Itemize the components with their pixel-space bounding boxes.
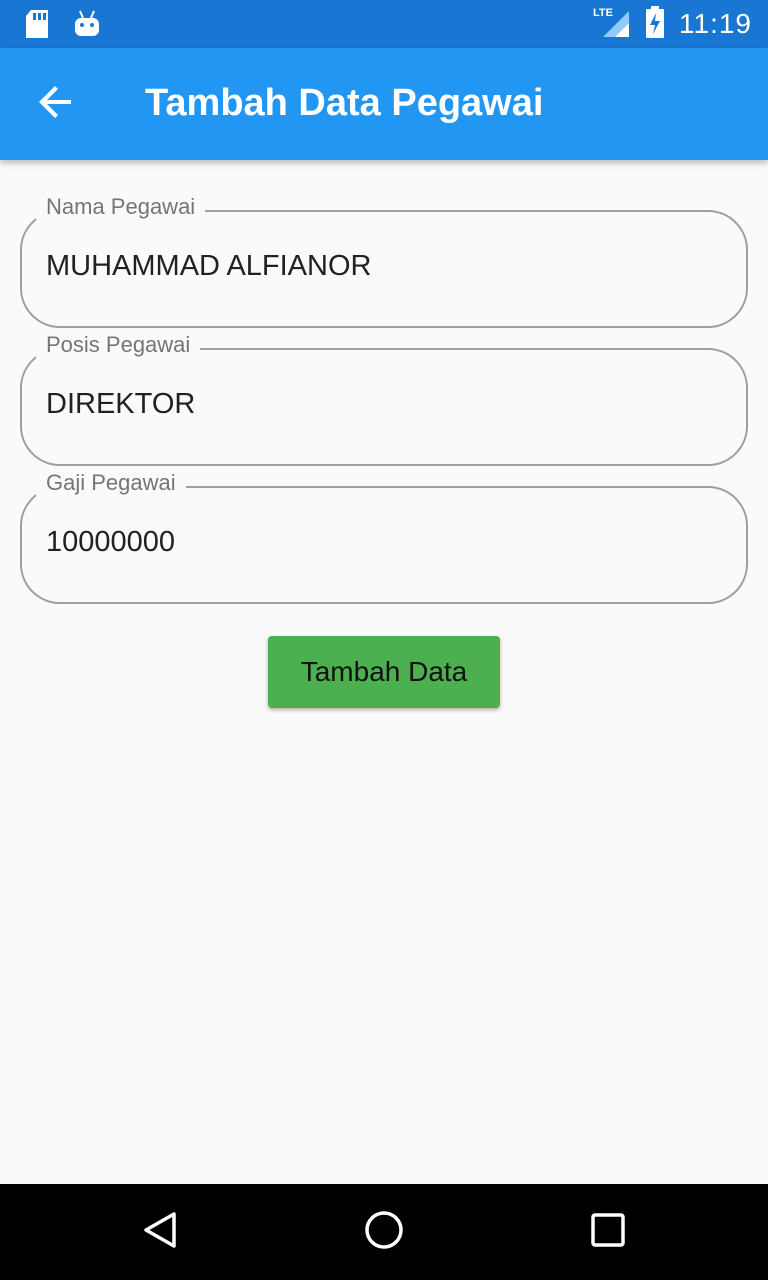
app-bar: Tambah Data Pegawai [0,48,768,160]
status-bar: LTE 11:19 [0,0,768,48]
employee-position-field[interactable]: Posis Pegawai DIREKTOR [20,332,748,466]
android-debug-icon [74,10,100,43]
employee-position-label: Posis Pegawai [36,332,201,358]
employee-salary-label: Gaji Pegawai [36,470,186,496]
employee-position-input[interactable]: DIREKTOR [46,388,706,421]
recents-square-icon [590,1212,626,1253]
battery-charging-icon [645,5,665,43]
employee-salary-input[interactable]: 10000000 [46,526,706,559]
employee-salary-field[interactable]: Gaji Pegawai 10000000 [20,470,748,604]
employee-name-field[interactable]: Nama Pegawai MUHAMMAD ALFIANOR [20,194,748,328]
arrow-back-icon [38,84,74,125]
network-type-label: LTE [593,7,613,19]
employee-name-input[interactable]: MUHAMMAD ALFIANOR [46,250,706,283]
nav-recents-button[interactable] [584,1208,632,1256]
navigation-bar [0,1184,768,1280]
back-button[interactable] [28,76,84,132]
lte-signal-icon: LTE [593,7,631,39]
sd-card-icon [24,10,50,43]
add-data-button[interactable]: Tambah Data [268,636,500,708]
home-circle-icon [364,1210,404,1255]
nav-home-button[interactable] [360,1208,408,1256]
status-time: 11:19 [679,8,752,39]
nav-back-button[interactable] [136,1208,184,1256]
back-triangle-icon [140,1210,180,1255]
employee-name-label: Nama Pegawai [36,194,206,220]
page-title: Tambah Data Pegawai [145,82,544,124]
